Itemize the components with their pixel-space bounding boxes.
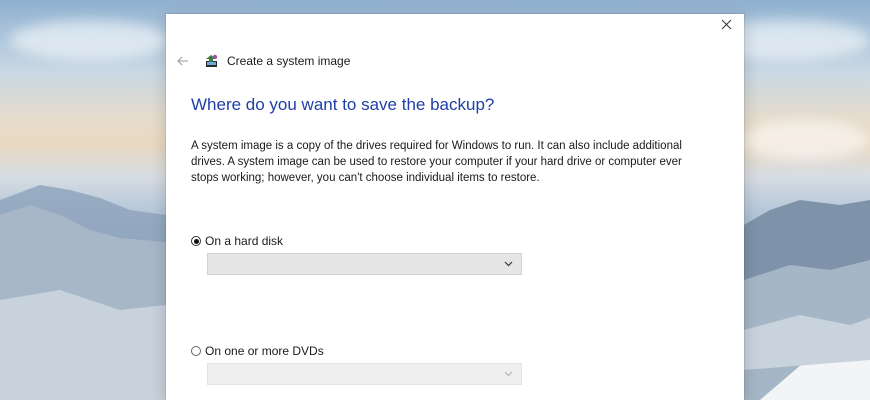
radio-label-hard-disk: On a hard disk xyxy=(205,234,284,248)
dvd-dropdown xyxy=(207,363,522,385)
close-button[interactable] xyxy=(714,14,738,34)
chevron-down-icon xyxy=(504,261,513,267)
radio-button-checked[interactable] xyxy=(191,236,201,246)
radio-button-unchecked[interactable] xyxy=(191,346,201,356)
system-image-dialog: Create a system image Where do you want … xyxy=(166,14,744,400)
page-description: A system image is a copy of the drives r… xyxy=(191,140,682,184)
desktop-wallpaper: Create a system image Where do you want … xyxy=(0,0,870,400)
radio-label-dvds: On one or more DVDs xyxy=(205,344,324,358)
title-bar: Create a system image xyxy=(174,52,350,70)
backup-icon xyxy=(204,53,220,69)
page-heading: Where do you want to save the backup? xyxy=(191,95,495,114)
back-button[interactable] xyxy=(174,52,192,70)
window-title: Create a system image xyxy=(227,54,351,68)
chevron-down-icon xyxy=(504,371,513,377)
arrow-left-icon xyxy=(177,56,188,66)
hard-disk-dropdown[interactable] xyxy=(207,253,522,275)
radio-dvds[interactable]: On one or more DVDs xyxy=(191,344,324,358)
close-icon xyxy=(721,19,731,29)
radio-hard-disk[interactable]: On a hard disk xyxy=(191,234,283,248)
